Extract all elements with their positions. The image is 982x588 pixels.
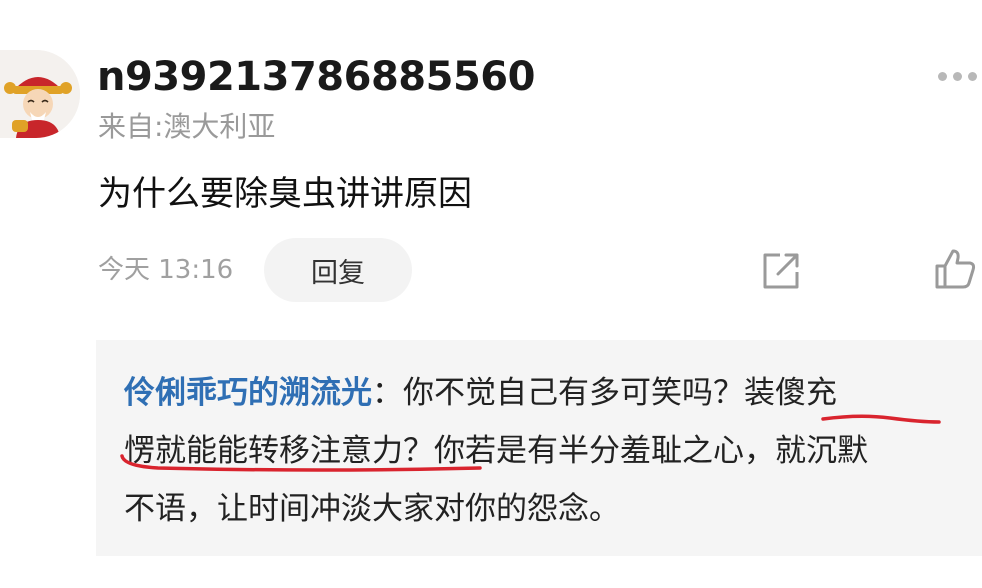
quoted-reply: 伶俐乖巧的溯流光：你不觉自己有多可笑吗？装傻充 愣就能能转移注意力？你若是有半分… [96, 340, 982, 556]
share-icon [763, 253, 799, 289]
share-button[interactable] [760, 250, 802, 292]
more-dots-icon [968, 71, 977, 81]
avatar-image [0, 50, 80, 138]
thumbs-up-icon [935, 249, 976, 289]
reply-button[interactable]: 回复 [264, 238, 412, 302]
reply-content: 伶俐乖巧的溯流光：你不觉自己有多可笑吗？装傻充 愣就能能转移注意力？你若是有半分… [124, 364, 974, 538]
more-dots-icon [953, 71, 962, 81]
reply-author[interactable]: 伶俐乖巧的溯流光 [124, 375, 372, 411]
reply-text-line-2: 愣就能能转移注意力？你若是有半分羞耻之心，就沉默 [124, 433, 868, 469]
username[interactable]: n939213786885560 [97, 52, 535, 102]
reply-line-1: 伶俐乖巧的溯流光：你不觉自己有多可笑吗？装傻充 [124, 364, 974, 422]
like-button[interactable] [932, 246, 978, 292]
avatar[interactable] [0, 50, 80, 138]
location-label: 来自:澳大利亚 [98, 110, 276, 143]
more-options-button[interactable] [938, 68, 982, 84]
reply-text-line-3: 不语，让时间冲淡大家对你的怨念。 [124, 491, 620, 527]
more-dots-icon [938, 71, 947, 81]
reply-separator: ： [372, 375, 403, 411]
reply-text-line-1: 你不觉自己有多可笑吗？装傻充 [403, 375, 837, 411]
comment-timestamp: 今天 13:16 [98, 255, 234, 285]
comment-text: 为什么要除臭虫讲讲原因 [98, 174, 472, 214]
